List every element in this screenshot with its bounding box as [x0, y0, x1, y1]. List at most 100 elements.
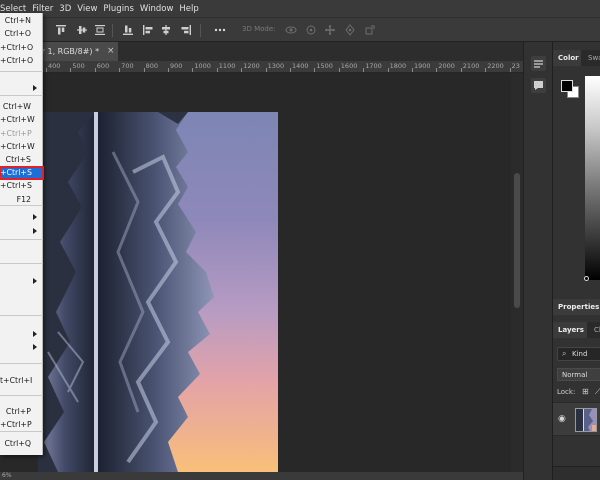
ruler-tick-mark — [290, 68, 291, 72]
more-options-icon[interactable] — [214, 24, 226, 36]
vertical-scrollbar[interactable] — [511, 73, 523, 472]
tab-swatches[interactable]: Swa — [583, 50, 600, 66]
menu-filter[interactable]: Filter — [32, 4, 59, 14]
submenu-item[interactable] — [0, 275, 43, 287]
ruler-tick-mark — [46, 68, 47, 72]
tab-channels[interactable]: Ch — [589, 322, 600, 338]
align-top-icon[interactable] — [55, 24, 67, 36]
menu-plugins[interactable]: Plugins — [103, 4, 139, 14]
ruler-tick-mark — [363, 68, 365, 72]
ruler-tick-mark — [412, 68, 413, 72]
color-picker-handle[interactable] — [584, 276, 589, 281]
submenu-item[interactable] — [0, 82, 43, 94]
ruler-tick-mark — [314, 68, 316, 72]
menu-item[interactable]: Ctrl+P — [0, 406, 43, 418]
menu-item[interactable]: +Ctrl+W — [0, 114, 43, 126]
ruler-tick-mark — [119, 68, 121, 72]
align-right-icon[interactable] — [180, 24, 192, 36]
ruler-tick-mark — [216, 68, 218, 72]
menu-window[interactable]: Window — [140, 4, 180, 14]
history-icon — [534, 60, 543, 68]
menu-separator — [0, 431, 43, 432]
mountain-reflection-image — [38, 112, 278, 472]
submenu-item[interactable] — [0, 341, 43, 353]
menu-item-save-as-highlighted[interactable]: +Ctrl+S — [0, 166, 44, 180]
ruler-tick-label: 1100 — [218, 62, 236, 70]
menu-separator — [0, 95, 43, 96]
3d-pan-icon[interactable] — [324, 24, 336, 36]
ruler-tick-label: 1400 — [292, 62, 309, 70]
tab-layers[interactable]: Layers — [553, 322, 587, 338]
menu-item[interactable]: Ctrl+W — [0, 101, 43, 113]
shortcut-label: +Ctrl+P — [0, 420, 32, 429]
submenu-item[interactable] — [0, 225, 43, 237]
menu-separator — [0, 239, 43, 240]
ruler-tick-mark — [460, 68, 462, 72]
color-spectrum-picker[interactable] — [585, 76, 600, 280]
ruler-tick-label: 1500 — [316, 62, 333, 70]
ruler-tick-label: 1000 — [194, 62, 211, 70]
menu-item[interactable]: +Ctrl+P — [0, 419, 43, 431]
menu-item[interactable]: Ctrl+N — [0, 15, 43, 27]
ruler-tick-label: 2200 — [487, 62, 504, 70]
menu-item[interactable]: F12 — [0, 194, 43, 206]
lock-transparent-icon[interactable]: ⊞ — [582, 387, 589, 396]
menu-item[interactable]: Ctrl+O — [0, 28, 43, 40]
options-bar: 3D Mode: — [0, 17, 600, 42]
ruler-tick-label: 1700 — [365, 62, 382, 70]
shortcut-label: Ctrl+W — [2, 102, 31, 111]
close-tab-icon[interactable]: × — [107, 46, 115, 56]
align-center-icon[interactable] — [160, 24, 172, 36]
foreground-color-swatch[interactable] — [561, 80, 573, 92]
history-panel-button[interactable] — [531, 56, 546, 71]
menu-item[interactable]: +Ctrl+S — [0, 180, 43, 192]
menu-select[interactable]: Select — [0, 4, 32, 14]
menu-item[interactable]: +Ctrl+W — [0, 141, 43, 153]
menu-item[interactable]: Ctrl+Q — [0, 438, 43, 450]
ruler-tick-mark — [387, 68, 389, 72]
align-left-icon[interactable] — [142, 24, 154, 36]
menu-3d[interactable]: 3D — [59, 4, 77, 14]
zoom-readout: 6% — [2, 472, 12, 479]
submenu-item[interactable] — [0, 211, 43, 223]
file-menu-dropdown: Ctrl+N Ctrl+O +Ctrl+O +Ctrl+O Ctrl+W +Ctrl+W +… — [0, 13, 44, 455]
blend-mode-select[interactable]: Normal — [557, 368, 600, 381]
menu-separator — [0, 315, 43, 316]
document-image[interactable] — [38, 112, 278, 472]
visibility-eye-icon[interactable]: ◉ — [558, 414, 566, 424]
comments-panel-button[interactable] — [531, 78, 546, 93]
layer-thumbnail-image — [576, 409, 596, 431]
3d-slide-icon[interactable] — [344, 24, 356, 36]
shortcut-label: +Ctrl+O — [0, 56, 34, 65]
ruler-tick-label: 23 — [511, 62, 520, 70]
align-middle-icon[interactable] — [76, 24, 88, 36]
tab-properties[interactable]: Properties — [553, 299, 600, 315]
ruler-tick-label: 1600 — [340, 62, 358, 70]
align-bottom-icon[interactable] — [122, 24, 134, 36]
menu-help[interactable]: Help — [179, 4, 204, 14]
shortcut-label: +Ctrl+S — [0, 181, 32, 190]
menu-view[interactable]: View — [77, 4, 103, 14]
menu-item[interactable]: +Ctrl+O — [0, 55, 43, 67]
shortcut-label: t+Ctrl+I — [0, 376, 33, 385]
ruler-tick-mark — [241, 68, 243, 72]
ruler-tick-mark — [485, 68, 487, 72]
tab-strip — [118, 42, 523, 61]
ruler-tick-mark — [509, 68, 511, 72]
3d-roll-icon[interactable] — [305, 24, 317, 36]
comment-icon — [534, 81, 543, 90]
menu-item[interactable]: +Ctrl+O — [0, 42, 43, 54]
3d-orbit-icon[interactable] — [285, 24, 297, 36]
menu-item[interactable]: +Ctrl+P — [0, 128, 43, 140]
menu-item[interactable]: Ctrl+S — [0, 154, 43, 166]
menu-item[interactable]: t+Ctrl+I — [0, 375, 43, 387]
layer-row[interactable]: ◉ — [553, 402, 600, 436]
filter-kind-label: Kind — [572, 350, 588, 358]
lock-paint-icon[interactable]: ⟋ — [595, 387, 600, 397]
scrollbar-thumb[interactable] — [514, 173, 520, 308]
layer-filter-search[interactable]: ⌕ Kind — [557, 347, 600, 361]
distribute-icon[interactable] — [94, 24, 106, 36]
3d-scale-icon[interactable] — [364, 24, 376, 36]
submenu-item[interactable] — [0, 328, 43, 340]
tab-color[interactable]: Color — [553, 50, 581, 66]
